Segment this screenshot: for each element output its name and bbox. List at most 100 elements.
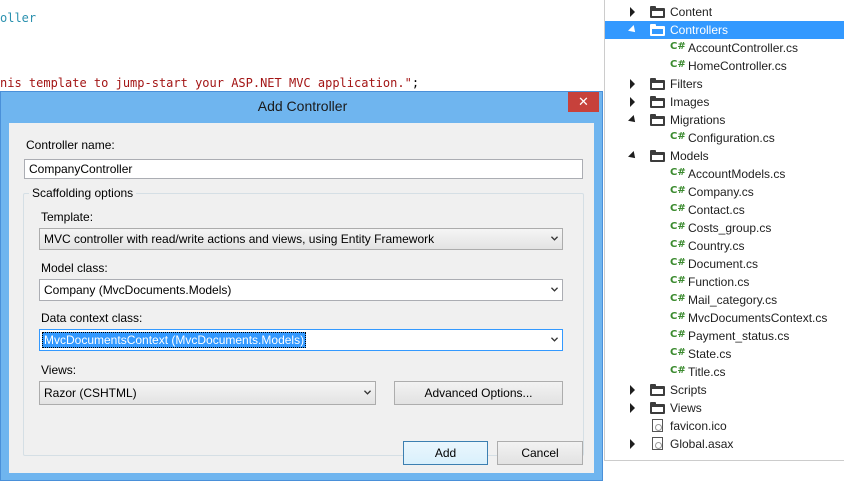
tree-item-label: Company.cs — [688, 185, 754, 199]
file-icon — [652, 437, 663, 450]
tree-folder[interactable]: Content — [605, 3, 844, 21]
csharp-file-icon: C# — [670, 185, 686, 196]
tree-file[interactable]: C# AccountModels.cs — [605, 165, 844, 183]
tree-file[interactable]: favicon.ico — [605, 417, 844, 435]
tree-file[interactable]: C# Title.cs — [605, 363, 844, 381]
csharp-file-icon: C# — [670, 239, 686, 250]
tree-file[interactable]: C# Document.cs — [605, 255, 844, 273]
tree-folder[interactable]: Models — [605, 147, 844, 165]
tree-file[interactable]: Global.asax — [605, 435, 844, 453]
tree-folder[interactable]: Filters — [605, 75, 844, 93]
expand-arrow-icon[interactable] — [628, 115, 638, 125]
tree-item-label: favicon.ico — [670, 419, 727, 433]
tree-folder[interactable]: Controllers — [605, 21, 844, 39]
csharp-file-icon: C# — [670, 59, 686, 70]
tree-file[interactable]: C# Function.cs — [605, 273, 844, 291]
tree-folder[interactable]: Images — [605, 93, 844, 111]
tree-file[interactable]: C# Configuration.cs — [605, 129, 844, 147]
model-class-select[interactable]: Company (MvcDocuments.Models) — [39, 279, 563, 301]
folder-icon — [650, 402, 665, 414]
folder-icon — [650, 24, 665, 36]
csharp-file-icon: C# — [670, 167, 686, 178]
expand-arrow-icon[interactable] — [628, 25, 638, 35]
add-controller-dialog: Add Controller ✕ Controller name: Compan… — [0, 91, 603, 481]
tree-item-label: Payment_status.cs — [688, 329, 790, 343]
folder-icon — [650, 114, 665, 126]
template-select[interactable]: MVC controller with read/write actions a… — [39, 228, 563, 250]
tree-folder[interactable]: Views — [605, 399, 844, 417]
csharp-file-icon: C# — [670, 257, 686, 268]
model-class-value: Company (MvcDocuments.Models) — [44, 283, 232, 297]
csharp-file-icon: C# — [670, 347, 686, 358]
tree-file[interactable]: C# Contact.cs — [605, 201, 844, 219]
solution-explorer[interactable]: Content Controllers C# AccountController.cs… — [604, 0, 844, 461]
chevron-down-icon — [551, 236, 558, 241]
csharp-file-icon: C# — [670, 365, 686, 376]
tree-file[interactable]: C# HomeController.cs — [605, 57, 844, 75]
tree-file[interactable]: C# Payment_status.cs — [605, 327, 844, 345]
tree-item-label: Migrations — [670, 113, 726, 127]
tree-item-label: MvcDocumentsContext.cs — [688, 311, 828, 325]
close-icon: ✕ — [578, 94, 589, 110]
dialog-title: Add Controller — [257, 98, 348, 114]
collapse-arrow-icon[interactable] — [630, 79, 635, 89]
csharp-file-icon: C# — [670, 329, 686, 340]
data-context-label: Data context class: — [41, 311, 143, 325]
tree-file[interactable]: C# Company.cs — [605, 183, 844, 201]
tree-item-label: Images — [670, 95, 710, 109]
folder-icon — [650, 96, 665, 108]
tree-folder[interactable]: Migrations — [605, 111, 844, 129]
chevron-down-icon — [551, 287, 558, 292]
csharp-file-icon: C# — [670, 203, 686, 214]
cancel-button[interactable]: Cancel — [497, 441, 583, 465]
collapse-arrow-icon[interactable] — [630, 439, 635, 449]
tree-item-label: HomeController.cs — [688, 59, 787, 73]
tree-item-label: Content — [670, 5, 713, 19]
controller-name-input[interactable]: CompanyController — [24, 159, 583, 179]
tree-item-label: Mail_category.cs — [688, 293, 778, 307]
tree-file[interactable]: C# MvcDocumentsContext.cs — [605, 309, 844, 327]
tree-file[interactable]: C# AccountController.cs — [605, 39, 844, 57]
tree-folder[interactable]: Scripts — [605, 381, 844, 399]
controller-name-label: Controller name: — [26, 138, 115, 152]
csharp-file-icon: C# — [670, 293, 686, 304]
collapse-arrow-icon[interactable] — [630, 97, 635, 107]
collapse-arrow-icon[interactable] — [630, 7, 635, 17]
csharp-file-icon: C# — [670, 221, 686, 232]
template-value: MVC controller with read/write actions a… — [44, 232, 435, 246]
semicolon: ; — [411, 76, 420, 90]
chevron-down-icon — [551, 337, 558, 342]
csharp-file-icon: C# — [670, 275, 686, 286]
tree-file[interactable]: C# Country.cs — [605, 237, 844, 255]
views-value: Razor (CSHTML) — [44, 386, 137, 400]
csharp-file-icon: C# — [670, 41, 686, 52]
tree-item-label: State.cs — [688, 347, 732, 361]
tree-file[interactable]: C# Costs_group.cs — [605, 219, 844, 237]
advanced-options-button[interactable]: Advanced Options... — [394, 381, 563, 405]
tree-item-label: Function.cs — [688, 275, 750, 289]
code-line: nis template to jump-start your ASP.NET … — [0, 76, 419, 90]
tree-item-label: Costs_group.cs — [688, 221, 772, 235]
collapse-arrow-icon[interactable] — [630, 403, 635, 413]
expand-arrow-icon[interactable] — [628, 151, 638, 161]
collapse-arrow-icon[interactable] — [630, 385, 635, 395]
folder-icon — [650, 78, 665, 90]
dialog-title-bar[interactable]: Add Controller ✕ — [1, 92, 604, 120]
data-context-value: MvcDocumentsContext (MvcDocuments.Models… — [42, 332, 307, 348]
views-label: Views: — [41, 363, 77, 377]
file-icon — [652, 419, 663, 432]
close-button[interactable]: ✕ — [568, 92, 599, 112]
string-literal: nis template to jump-start your ASP.NET … — [0, 76, 412, 90]
code-line: oller — [0, 11, 37, 25]
folder-icon — [650, 6, 665, 18]
tree-item-label: Controllers — [670, 23, 729, 37]
tree-item-label: AccountController.cs — [688, 41, 799, 55]
csharp-file-icon: C# — [670, 131, 686, 142]
tree-item-label: Models — [670, 149, 709, 163]
views-select[interactable]: Razor (CSHTML) — [39, 381, 376, 405]
template-label: Template: — [41, 210, 94, 224]
data-context-select[interactable]: MvcDocumentsContext (MvcDocuments.Models… — [39, 329, 563, 351]
add-button[interactable]: Add — [403, 441, 488, 465]
tree-file[interactable]: C# State.cs — [605, 345, 844, 363]
tree-file[interactable]: C# Mail_category.cs — [605, 291, 844, 309]
